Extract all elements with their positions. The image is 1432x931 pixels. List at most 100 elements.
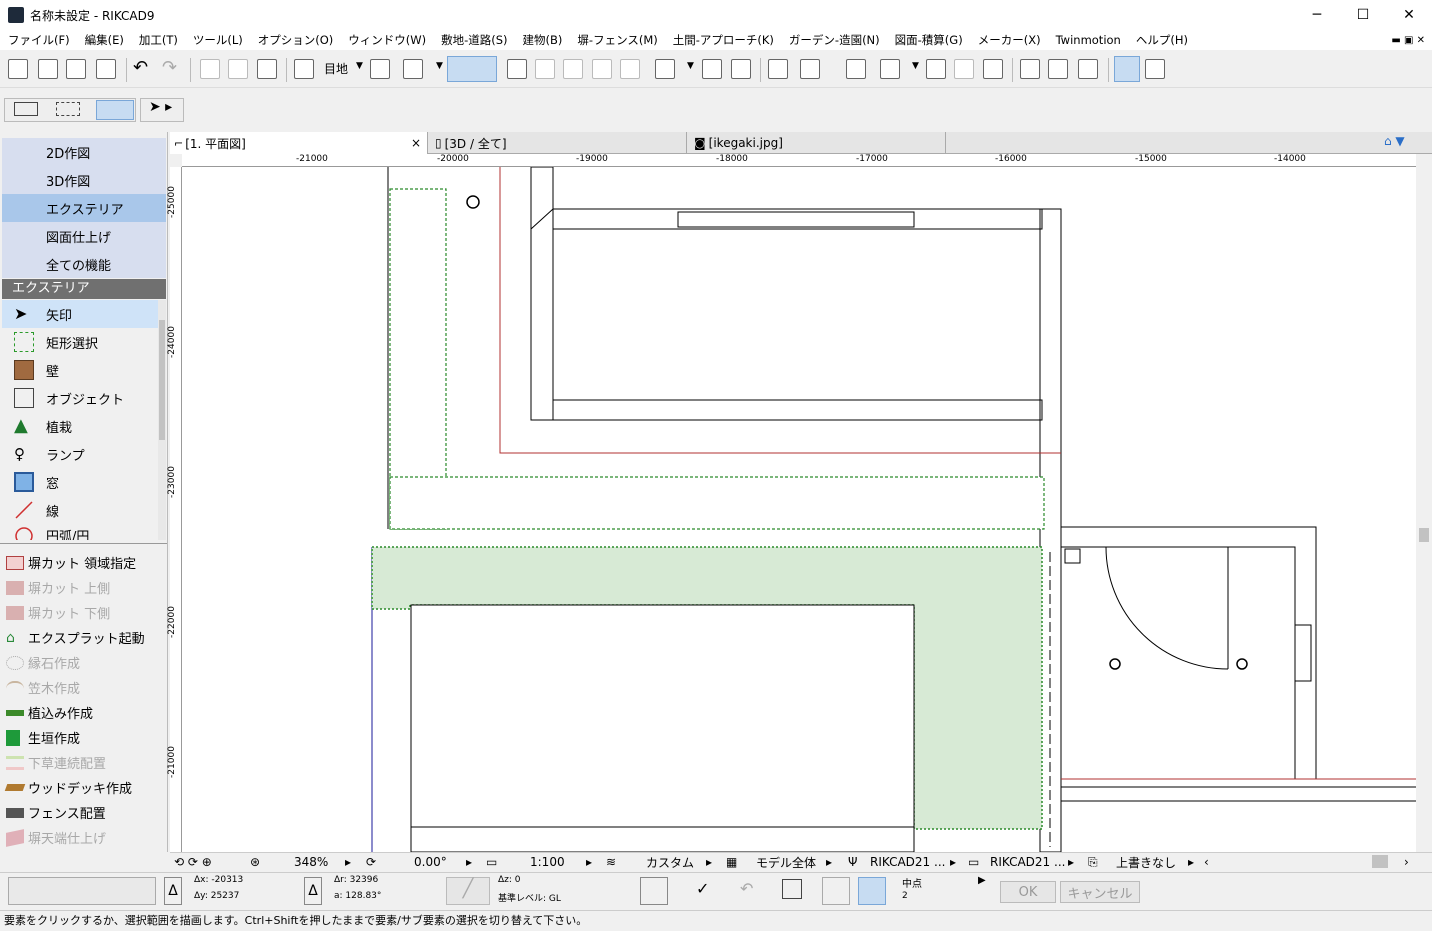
gear-icon[interactable] (954, 59, 974, 79)
camera-icon[interactable] (880, 59, 900, 79)
selection-mode-button[interactable] (447, 56, 497, 82)
tab-close-button[interactable]: × (411, 136, 421, 150)
menu-site-road[interactable]: 敷地-道路(S) (433, 32, 514, 48)
box-icon[interactable] (702, 59, 722, 79)
copy-icon[interactable] (228, 59, 248, 79)
mode-2d[interactable]: 2D作図 (2, 138, 166, 166)
tab-image[interactable]: ◙ [ikegaki.jpg] (688, 132, 946, 154)
layers-stack-icon[interactable] (403, 59, 423, 79)
open-file-icon[interactable] (38, 59, 58, 79)
tool-line[interactable]: 線 (2, 496, 158, 524)
menu-maker[interactable]: メーカー(X) (970, 32, 1048, 48)
cmd-wall-top-finish[interactable]: 塀天端仕上げ (2, 825, 166, 850)
save-icon[interactable] (66, 59, 86, 79)
axes-icon[interactable] (655, 59, 675, 79)
toolbox-scrollbar[interactable] (158, 300, 166, 540)
maximize-button[interactable]: ☐ (1340, 0, 1386, 30)
snap-toolbar[interactable] (8, 877, 156, 905)
redo-icon[interactable]: ↷ (162, 59, 182, 79)
calendar-icon[interactable] (1020, 59, 1040, 79)
horizontal-scroll-thumb[interactable] (1372, 855, 1388, 868)
menu-twinmotion[interactable]: Twinmotion (1048, 33, 1128, 47)
menu-process[interactable]: 加工(T) (131, 32, 185, 48)
menu-window[interactable]: ウィンドウ(W) (340, 32, 433, 48)
view-icon[interactable] (370, 59, 390, 79)
walk-icon[interactable] (620, 59, 640, 79)
paste-icon[interactable] (257, 59, 277, 79)
tab-floor-plan[interactable]: ⌐ [1. 平面図] × (170, 132, 428, 154)
cancel-button[interactable]: キャンセル (1060, 881, 1140, 903)
ruler-triangle-icon[interactable] (640, 877, 668, 905)
print-icon[interactable] (96, 59, 116, 79)
chevron-right-icon[interactable]: ▸ (466, 854, 472, 870)
scroll-right-icon[interactable]: › (1404, 854, 1409, 870)
layer-combo[interactable]: 目地 (324, 60, 348, 77)
chevron-down-icon[interactable]: ▼ (687, 61, 694, 71)
orbit-icon[interactable] (535, 59, 555, 79)
section-icon[interactable] (800, 59, 820, 79)
menu-tools[interactable]: ツール(L) (185, 32, 250, 48)
chevron-right-icon[interactable]: ▶ (978, 875, 986, 886)
mdi-controls[interactable]: ▬ ▣ ✕ (1383, 35, 1432, 46)
minimize-button[interactable]: ─ (1294, 0, 1340, 30)
chevron-down-icon[interactable]: ▼ (436, 61, 443, 71)
menu-floor-approach[interactable]: 土間-アプローチ(K) (665, 32, 781, 48)
rotation-value[interactable]: 0.00° (414, 854, 447, 870)
mode-3d[interactable]: 3D作図 (2, 166, 166, 194)
menu-file[interactable]: ファイル(F) (0, 32, 77, 48)
cmd-planting-bed[interactable]: 植込み作成 (2, 700, 166, 725)
render-icon[interactable] (846, 59, 866, 79)
layer-value[interactable]: RIKCAD21 ... (990, 854, 1065, 870)
chevron-right-icon[interactable]: ▸ (706, 854, 712, 870)
zoom-value[interactable]: 348% (294, 854, 328, 870)
cmd-wood-deck[interactable]: ウッドデッキ作成 (2, 775, 166, 800)
menu-garden[interactable]: ガーデン-造園(N) (781, 32, 887, 48)
windows-icon[interactable] (1145, 59, 1165, 79)
cmd-explat-launch[interactable]: ⌂ エクスプラット起動 (2, 625, 166, 650)
tool-object[interactable]: オブジェクト (2, 384, 158, 412)
cube-icon[interactable] (731, 59, 751, 79)
magic-wand-icon[interactable] (822, 877, 850, 905)
menu-edit[interactable]: 編集(E) (77, 32, 131, 48)
mode-exterior[interactable]: エクステリア (2, 194, 166, 222)
pan-icon[interactable] (592, 59, 612, 79)
video-icon[interactable] (983, 59, 1003, 79)
override-value[interactable]: 上書きなし (1116, 854, 1176, 870)
tab-3d[interactable]: ▯ [3D / 全て] (429, 132, 687, 154)
chevron-right-icon[interactable]: ▸ (586, 854, 592, 870)
cmd-wall-cut-bottom[interactable]: 塀カット 下側 (2, 600, 166, 625)
snap-mode-button[interactable] (858, 877, 886, 905)
window-layout-button[interactable] (1114, 56, 1140, 82)
mode-all-features[interactable]: 全ての機能 (2, 250, 166, 278)
floor-plan-drawing[interactable] (182, 167, 1416, 852)
drawing-canvas[interactable] (182, 167, 1416, 852)
cut-icon[interactable] (200, 59, 220, 79)
cmd-curb[interactable]: 縁石作成 (2, 650, 166, 675)
chevron-right-icon[interactable]: ▸ (950, 854, 956, 870)
zoom-fit-icon[interactable]: ⊛ (250, 854, 260, 870)
chevron-down-icon[interactable]: ▼ (912, 61, 919, 71)
tool-wall[interactable]: 壁 (2, 356, 158, 384)
menu-wall-fence[interactable]: 塀-フェンス(M) (569, 32, 664, 48)
scroll-left-icon[interactable]: ‹ (1204, 854, 1209, 870)
menu-help[interactable]: ヘルプ(H) (1128, 32, 1195, 48)
chevron-right-icon[interactable]: ▸ (826, 854, 832, 870)
cmd-wall-cut-top[interactable]: 塀カット 上側 (2, 575, 166, 600)
arrow-tool-button[interactable]: ➤ ▸ (140, 98, 184, 122)
tool-arc-circle[interactable]: 円弧/円 (2, 524, 158, 540)
tool-lamp[interactable]: ♀ ランプ (2, 440, 158, 468)
menu-drawing-estimate[interactable]: 図面-積算(G) (887, 32, 970, 48)
magic-select-button[interactable] (96, 100, 134, 120)
check-icon[interactable]: ✓ (696, 879, 709, 898)
cmd-wall-cut-area[interactable]: 塀カット 領域指定 (2, 550, 166, 575)
canvas-vertical-scrollbar[interactable] (1416, 154, 1432, 852)
marquee-select-icon[interactable] (56, 102, 80, 116)
close-button[interactable]: ✕ (1386, 0, 1432, 30)
explore-icon[interactable] (563, 59, 583, 79)
mode-drawing-finish[interactable]: 図面仕上げ (2, 222, 166, 250)
chevron-right-icon[interactable]: ▸ (345, 854, 351, 870)
cmd-fence[interactable]: フェンス配置 (2, 800, 166, 825)
cmd-groundcover[interactable]: 下草連続配置 (2, 750, 166, 775)
ok-button[interactable]: OK (1000, 881, 1056, 903)
menu-options[interactable]: オプション(O) (250, 32, 341, 48)
